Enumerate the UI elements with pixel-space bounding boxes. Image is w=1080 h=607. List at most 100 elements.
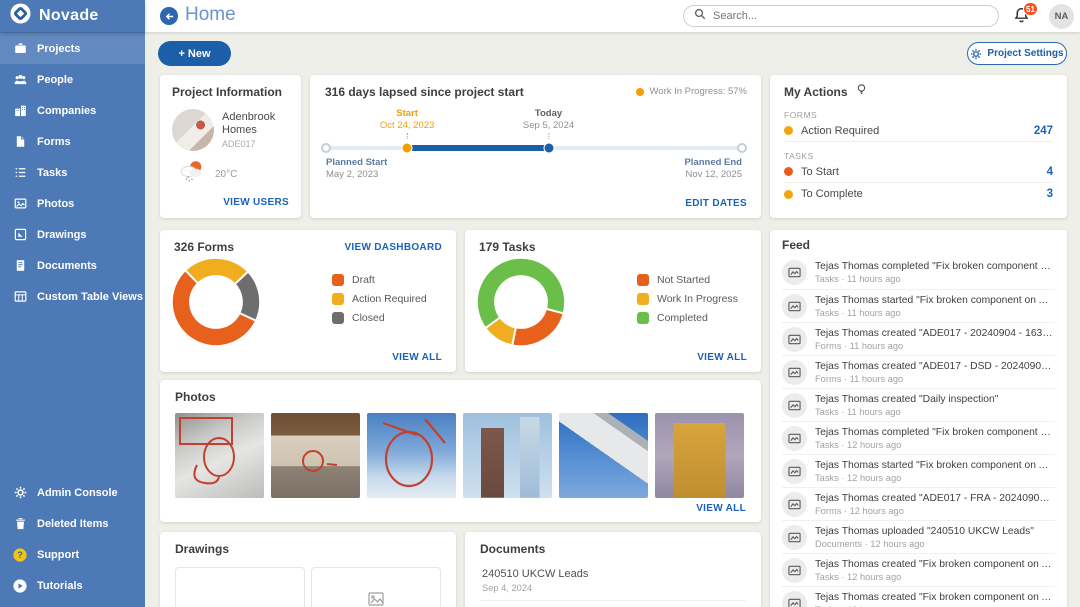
sidebar-item-people[interactable]: People — [0, 64, 145, 95]
feed-text: Tejas Thomas created "ADE017 - DSD - 202… — [815, 361, 1055, 372]
project-info-card: Project Information Adenbrook Homes ADE0… — [160, 75, 301, 218]
feed-text: Tejas Thomas started "Fix broken compone… — [815, 295, 1055, 306]
documents-title: Documents — [480, 542, 746, 556]
photos-view-all-link[interactable]: VIEW ALL — [696, 503, 746, 514]
weather-icon — [178, 159, 206, 189]
feed-item[interactable]: Tejas Thomas created "ADE017 - DSD - 202… — [782, 355, 1055, 388]
sidebar-item-label: Projects — [37, 43, 80, 55]
lightbulb-icon[interactable] — [855, 83, 868, 101]
action-count[interactable]: 247 — [1034, 125, 1053, 137]
search-box — [683, 5, 999, 27]
ceiling-inspection-photo[interactable] — [175, 413, 264, 498]
novade-logo-icon — [10, 3, 31, 29]
view-dashboard-link[interactable]: VIEW DASHBOARD — [344, 242, 442, 253]
planned-start-label: Planned Start May 2, 2023 — [326, 157, 387, 182]
sidebar-item-tasks[interactable]: Tasks — [0, 157, 145, 188]
svg-text:?: ? — [17, 550, 23, 560]
action-count[interactable]: 4 — [1047, 166, 1053, 178]
my-actions-title: My Actions — [784, 85, 848, 99]
feed-item[interactable]: Tejas Thomas started "Fix broken compone… — [782, 289, 1055, 322]
tasks-view-all-link[interactable]: VIEW ALL — [697, 352, 747, 363]
document-list: 240510 UKCW LeadsSep 4, 2024Single Prope… — [480, 560, 746, 607]
sidebar-item-label: Tasks — [37, 167, 67, 179]
action-row-action-required[interactable]: Action Required 247 — [784, 120, 1053, 142]
view-users-link[interactable]: VIEW USERS — [223, 197, 289, 208]
actions-section-heading: TASKS — [784, 151, 1053, 161]
document-item[interactable]: 240510 UKCW LeadsSep 4, 2024 — [480, 560, 746, 601]
drawing-thumbnail[interactable] — [311, 567, 441, 607]
legend-swatch-icon — [332, 293, 344, 305]
crane-sky-photo[interactable] — [367, 413, 456, 498]
sidebar-item-label: Admin Console — [37, 487, 118, 499]
feed-item[interactable]: Tejas Thomas uploaded "240510 UKCW Leads… — [782, 520, 1055, 553]
today-dot — [543, 143, 554, 154]
sidebar-item-companies[interactable]: Companies — [0, 95, 145, 126]
table-icon — [13, 290, 27, 304]
activity-icon — [782, 327, 807, 352]
drawing-thumbnail[interactable] — [175, 567, 305, 607]
back-button[interactable] — [160, 7, 178, 25]
feed-item[interactable]: Tejas Thomas completed "Fix broken compo… — [782, 421, 1055, 454]
feed-meta: Tasks · 12 hours ago — [815, 473, 1055, 483]
sidebar-item-tutorials[interactable]: Tutorials — [0, 570, 145, 601]
legend-label: Not Started — [657, 274, 710, 286]
sidebar-item-deleted-items[interactable]: Deleted Items — [0, 508, 145, 539]
play-icon — [13, 579, 27, 593]
sidebar-item-label: Tutorials — [37, 580, 83, 592]
feed-item[interactable]: Tejas Thomas created "Fix broken compone… — [782, 553, 1055, 586]
topbar: Home 51 NA — [145, 0, 1080, 32]
sidebar-item-forms[interactable]: Forms — [0, 126, 145, 157]
panel-lifting-photo[interactable] — [559, 413, 648, 498]
forms-donut-chart — [168, 254, 264, 350]
edit-dates-link[interactable]: EDIT DATES — [685, 198, 747, 209]
sidebar-item-admin-console[interactable]: Admin Console — [0, 477, 145, 508]
activity-icon — [782, 360, 807, 385]
status-dot-icon — [784, 126, 793, 135]
notifications-button[interactable]: 51 — [1013, 6, 1035, 28]
tower-construction-photo[interactable] — [463, 413, 552, 498]
action-label: Action Required — [801, 125, 1026, 137]
sidebar-item-custom-table-views[interactable]: Custom Table Views — [0, 281, 145, 312]
action-count[interactable]: 3 — [1047, 188, 1053, 200]
sidebar-item-documents[interactable]: Documents — [0, 250, 145, 281]
sidebar-item-support[interactable]: ? Support — [0, 539, 145, 570]
project-avatar[interactable] — [172, 109, 214, 151]
activity-icon — [782, 294, 807, 319]
sidebar-item-label: Support — [37, 549, 79, 561]
project-settings-button[interactable]: Project Settings — [967, 42, 1067, 65]
notification-badge: 51 — [1023, 2, 1038, 16]
sidebar-item-photos[interactable]: Photos — [0, 188, 145, 219]
feed-item[interactable]: Tejas Thomas created "Daily inspection"T… — [782, 388, 1055, 421]
gear-icon — [970, 48, 982, 60]
action-row-to-start[interactable]: To Start4 — [784, 161, 1053, 183]
feed-item[interactable]: Tejas Thomas created "ADE017 - FRA - 202… — [782, 487, 1055, 520]
new-button[interactable]: + New — [158, 41, 231, 66]
gear-icon — [13, 486, 27, 500]
feed-item[interactable]: Tejas Thomas created "Fix broken compone… — [782, 586, 1055, 607]
feed-text: Tejas Thomas created "Fix broken compone… — [815, 592, 1055, 603]
action-row-to-complete[interactable]: To Complete3 — [784, 183, 1053, 205]
forms-view-all-link[interactable]: VIEW ALL — [392, 352, 442, 363]
scaffolded-building-photo[interactable] — [655, 413, 744, 498]
planned-start-dot — [321, 143, 331, 153]
page-title: Home — [185, 4, 236, 26]
sidebar-item-projects[interactable]: Projects — [0, 33, 145, 64]
feed-meta: Tasks · 11 hours ago — [815, 274, 1055, 284]
wip-indicator: Work In Progress: 57% — [636, 86, 747, 97]
activity-icon — [782, 260, 807, 285]
feed-item[interactable]: Tejas Thomas created "ADE017 - 20240904 … — [782, 322, 1055, 355]
document-item[interactable]: Single Property Site B-50100 — [480, 601, 746, 607]
legend-swatch-icon — [332, 312, 344, 324]
feed-item[interactable]: Tejas Thomas started "Fix broken compone… — [782, 454, 1055, 487]
tasks-summary-card: 179 Tasks Not StartedWork In ProgressCom… — [465, 230, 761, 372]
building-icon — [13, 104, 27, 118]
project-settings-label: Project Settings — [987, 48, 1063, 59]
document-icon — [13, 259, 27, 273]
feed-item[interactable]: Tejas Thomas completed "Fix broken compo… — [782, 256, 1055, 289]
user-avatar[interactable]: NA — [1049, 4, 1074, 29]
search-input[interactable] — [713, 10, 988, 22]
actions-section-heading: FORMS — [784, 110, 1053, 120]
project-name: Adenbrook Homes — [222, 111, 289, 136]
kitchen-work-photo[interactable] — [271, 413, 360, 498]
sidebar-item-drawings[interactable]: Drawings — [0, 219, 145, 250]
